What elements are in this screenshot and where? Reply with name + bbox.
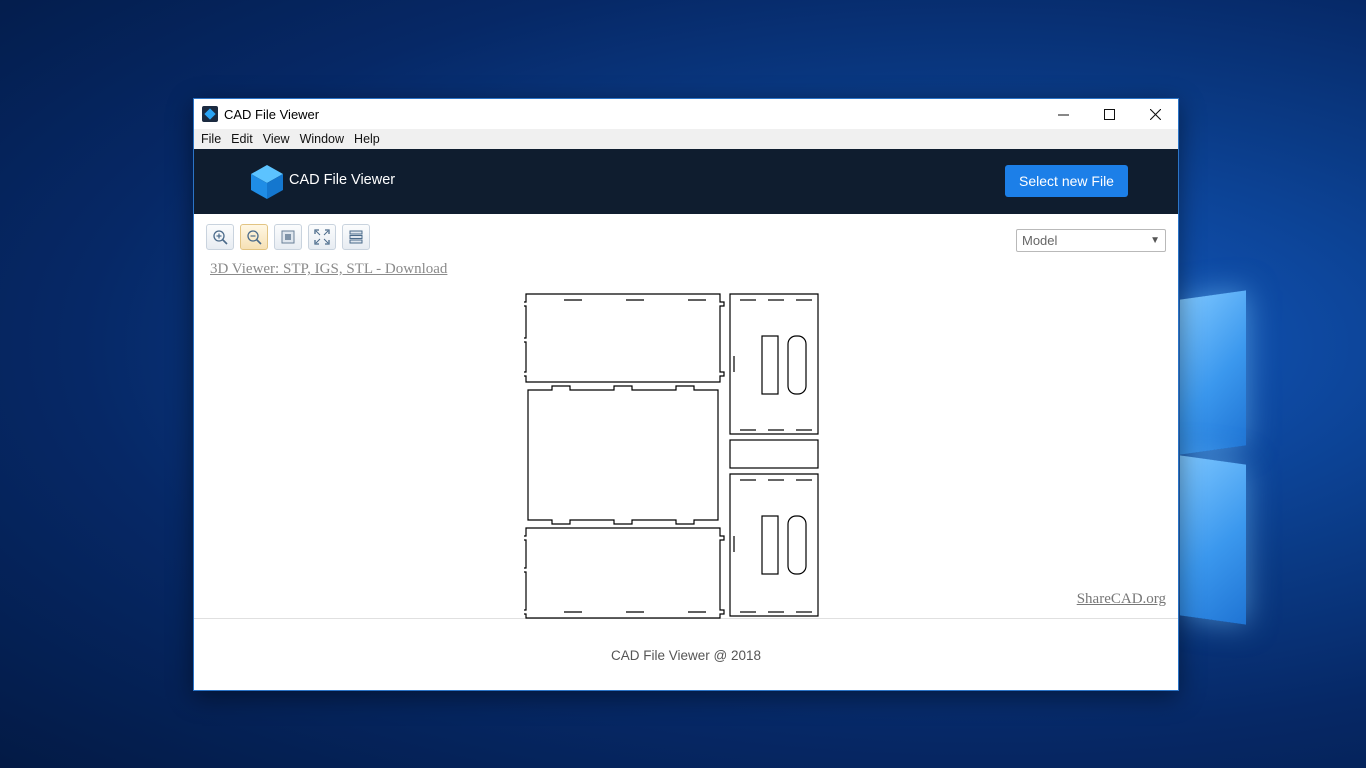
windows-logo-background: [1150, 255, 1366, 635]
viewer-toolbar: [206, 224, 370, 250]
zoom-out-button[interactable]: [240, 224, 268, 250]
cad-panel-top: [524, 293, 725, 383]
fullscreen-button[interactable]: [308, 224, 336, 250]
zoom-in-button[interactable]: [206, 224, 234, 250]
layers-icon: [349, 230, 363, 244]
maximize-button[interactable]: [1086, 99, 1132, 129]
windows-logo-pane-top: [1180, 290, 1246, 455]
cad-panel-right-strip: [729, 439, 819, 469]
cad-drawing: [524, 293, 819, 619]
menu-view[interactable]: View: [258, 129, 295, 149]
fit-view-button[interactable]: [274, 224, 302, 250]
chevron-down-icon: ▼: [1150, 235, 1160, 246]
menu-file[interactable]: File: [196, 129, 226, 149]
menu-window[interactable]: Window: [295, 129, 349, 149]
sharecad-link[interactable]: ShareCAD.org: [1077, 591, 1166, 608]
footer-text: CAD File Viewer @ 2018: [610, 648, 762, 663]
footer: CAD File Viewer @ 2018: [194, 620, 1178, 690]
close-icon: [1149, 108, 1161, 120]
menu-help[interactable]: Help: [349, 129, 385, 149]
cad-panel-middle: [527, 385, 719, 525]
fit-icon: [281, 230, 295, 244]
zoom-out-icon: [247, 230, 262, 245]
layout-select-value: Model: [1022, 233, 1058, 248]
select-new-file-button[interactable]: Select new File: [1005, 165, 1128, 197]
cad-viewer[interactable]: Model ▼ 3D Viewer: STP, IGS, STL - Downl…: [194, 214, 1178, 619]
title-bar[interactable]: CAD File Viewer: [194, 99, 1178, 129]
fullscreen-icon: [314, 229, 330, 245]
layers-button[interactable]: [342, 224, 370, 250]
close-button[interactable]: [1132, 99, 1178, 129]
menu-bar: File Edit View Window Help: [194, 129, 1178, 149]
cube-logo-icon: [251, 165, 283, 199]
minimize-icon: [1057, 114, 1069, 115]
menu-edit[interactable]: Edit: [226, 129, 258, 149]
windows-logo-pane-bottom: [1180, 455, 1246, 625]
cad-panel-bottom: [524, 527, 725, 619]
cad-panel-right-top: [729, 293, 819, 435]
minimize-button[interactable]: [1040, 99, 1086, 129]
app-icon: [202, 106, 218, 122]
window-title: CAD File Viewer: [224, 106, 320, 122]
3d-viewer-download-link[interactable]: 3D Viewer: STP, IGS, STL - Download: [210, 261, 447, 278]
cad-panel-right-bottom: [729, 473, 819, 617]
window-controls: [1040, 99, 1178, 129]
app-window: CAD File Viewer File Edit View Window He…: [193, 98, 1179, 691]
layout-select[interactable]: Model ▼: [1016, 229, 1166, 252]
app-header: CAD File Viewer Select new File: [194, 149, 1178, 214]
zoom-in-icon: [213, 230, 228, 245]
brand-name: CAD File Viewer: [289, 172, 396, 188]
maximize-icon: [1103, 108, 1115, 120]
